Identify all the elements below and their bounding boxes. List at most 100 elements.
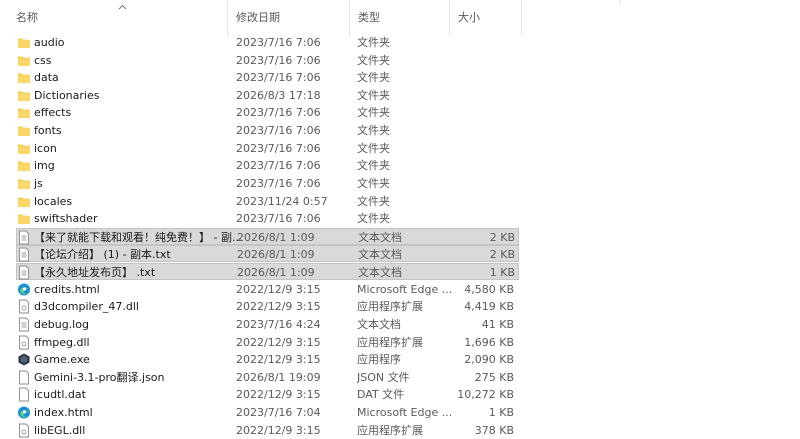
file-name: credits.html xyxy=(34,282,100,296)
file-type: JSON 文件 xyxy=(357,370,410,384)
file-modified-date: 2023/7/16 7:06 xyxy=(236,53,321,67)
file-icon-slot xyxy=(17,264,31,281)
file-size: 275 KB xyxy=(474,370,514,384)
folder-icon xyxy=(18,214,30,225)
file-name: libEGL.dll xyxy=(34,423,86,437)
file-row[interactable]: credits.html 2022/12/9 3:15 Microsoft Ed… xyxy=(16,281,519,298)
file-type: 文件夹 xyxy=(357,159,390,173)
file-row[interactable]: index.html 2023/7/16 7:04 Microsoft Edge… xyxy=(16,404,519,421)
file-size: 1 KB xyxy=(488,406,514,420)
file-modified-date: 2023/11/24 0:57 xyxy=(236,194,328,208)
column-header-date[interactable]: 修改日期 xyxy=(228,0,350,36)
file-modified-date: 2023/7/16 7:06 xyxy=(236,212,321,226)
file-row[interactable]: icudtl.dat 2022/12/9 3:15 DAT 文件 10,272 … xyxy=(16,386,519,403)
file-row[interactable]: 【永久地址发布页】 .txt 2026/8/1 1:09 文本文档 1 KB xyxy=(16,263,519,281)
file-type: 文件夹 xyxy=(357,124,390,138)
file-size xyxy=(456,140,514,157)
file-row[interactable]: icon 2023/7/16 7:06 文件夹 xyxy=(16,140,519,157)
file-type: Microsoft Edge ... xyxy=(357,282,453,296)
file-icon-slot xyxy=(17,281,31,298)
file-name: locales xyxy=(34,194,73,208)
file-size: 2 KB xyxy=(489,230,515,244)
folder-icon xyxy=(18,91,30,101)
file-size xyxy=(456,52,514,69)
file-name: 【来了就能下载和观看！纯免费！】 - 副... xyxy=(34,230,242,244)
folder-icon xyxy=(18,56,30,66)
file-row[interactable]: swiftshader 2023/7/16 7:06 文件夹 xyxy=(16,210,519,227)
file-name: effects xyxy=(34,106,72,120)
file-type: 文件夹 xyxy=(357,71,390,85)
file-type: 文件夹 xyxy=(357,106,390,120)
file-size xyxy=(456,34,514,51)
file-modified-date: 2026/8/1 1:09 xyxy=(237,266,315,280)
dll-file-icon xyxy=(19,335,29,349)
file-icon xyxy=(19,387,29,402)
file-row[interactable]: libEGL.dll 2022/12/9 3:15 应用程序扩展 378 KB xyxy=(16,422,519,439)
file-name: 【永久地址发布页】 .txt xyxy=(34,266,156,280)
file-size: 2,090 KB xyxy=(464,353,514,367)
file-name: d3dcompiler_47.dll xyxy=(34,300,139,314)
folder-icon xyxy=(18,126,30,137)
file-name: icudtl.dat xyxy=(34,388,86,402)
file-row[interactable]: 【来了就能下载和观看！纯免费！】 - 副... 2026/8/1 1:09 文本… xyxy=(16,227,519,246)
file-modified-date: 2022/12/9 3:15 xyxy=(236,353,321,367)
file-type: 应用程序扩展 xyxy=(357,300,423,314)
column-header-size[interactable]: 大小 xyxy=(450,0,522,36)
file-name: ffmpeg.dll xyxy=(34,335,90,349)
column-header-type[interactable]: 类型 xyxy=(350,0,450,36)
file-name: data xyxy=(34,71,59,85)
file-modified-date: 2023/7/16 7:06 xyxy=(236,124,321,138)
file-row[interactable]: Dictionaries 2026/8/3 17:18 文件夹 xyxy=(16,87,519,104)
file-row[interactable]: Game.exe 2022/12/9 3:15 应用程序 2,090 KB xyxy=(16,351,519,368)
file-name: swiftshader xyxy=(34,212,98,226)
file-row[interactable]: css 2023/7/16 7:06 文件夹 xyxy=(16,52,519,69)
file-icon-slot xyxy=(17,87,31,104)
folder-icon xyxy=(18,179,30,189)
file-icon-slot xyxy=(17,193,31,210)
file-row[interactable]: locales 2023/11/24 0:57 文件夹 xyxy=(16,193,519,210)
file-row[interactable]: Gemini-3.1-pro翻译.json 2026/8/1 19:09 JSO… xyxy=(16,369,519,386)
file-row[interactable]: ffmpeg.dll 2022/12/9 3:15 应用程序扩展 1,696 K… xyxy=(16,334,519,351)
column-divider[interactable] xyxy=(521,0,522,36)
file-modified-date: 2023/7/16 7:06 xyxy=(236,106,321,120)
file-modified-date: 2023/7/16 7:04 xyxy=(236,406,321,420)
file-modified-date: 2022/12/9 3:15 xyxy=(236,423,321,437)
edge-icon xyxy=(18,283,30,296)
file-size xyxy=(456,69,514,86)
text-file-icon xyxy=(19,230,29,245)
file-modified-date: 2022/12/9 3:15 xyxy=(236,388,321,402)
file-name: debug.log xyxy=(34,317,89,331)
column-header-size-label: 大小 xyxy=(458,11,480,24)
file-modified-date: 2023/7/16 7:06 xyxy=(236,141,321,155)
file-modified-date: 2023/7/16 7:06 xyxy=(236,159,321,173)
file-row[interactable]: effects 2023/7/16 7:06 文件夹 xyxy=(16,104,519,121)
file-icon-slot xyxy=(17,229,31,246)
file-row[interactable]: data 2023/7/16 7:06 文件夹 xyxy=(16,69,519,86)
file-name: Dictionaries xyxy=(34,88,100,102)
file-modified-date: 2022/12/9 3:15 xyxy=(236,300,321,314)
file-row[interactable]: img 2023/7/16 7:06 文件夹 xyxy=(16,157,519,174)
file-size xyxy=(456,175,514,192)
file-type: DAT 文件 xyxy=(357,388,405,402)
file-icon xyxy=(19,370,29,385)
file-row[interactable]: audio 2023/7/16 7:06 文件夹 xyxy=(16,34,519,51)
file-row[interactable]: js 2023/7/16 7:06 文件夹 xyxy=(16,175,519,192)
file-icon-slot xyxy=(17,175,31,192)
file-row[interactable]: d3dcompiler_47.dll 2022/12/9 3:15 应用程序扩展… xyxy=(16,298,519,315)
file-icon-slot xyxy=(17,140,31,157)
file-size: 41 KB xyxy=(481,317,514,331)
file-name: fonts xyxy=(34,124,62,138)
file-modified-date: 2023/7/16 7:06 xyxy=(236,36,321,49)
folder-icon xyxy=(18,108,30,119)
file-size xyxy=(456,87,514,104)
file-modified-date: 2026/8/3 17:18 xyxy=(236,88,321,102)
file-icon-slot xyxy=(17,334,31,351)
file-row[interactable]: fonts 2023/7/16 7:06 文件夹 xyxy=(16,122,519,139)
file-row[interactable]: debug.log 2023/7/16 4:24 文本文档 41 KB xyxy=(16,316,519,333)
file-type: 文件夹 xyxy=(357,212,390,226)
file-type: 文本文档 xyxy=(357,317,401,331)
file-row[interactable]: 【论坛介绍】 (1) - 副本.txt 2026/8/1 1:09 文本文档 2… xyxy=(16,245,519,263)
folder-icon xyxy=(18,197,30,207)
file-type: 文件夹 xyxy=(357,88,390,102)
column-header-name[interactable]: 名称 xyxy=(0,0,228,36)
